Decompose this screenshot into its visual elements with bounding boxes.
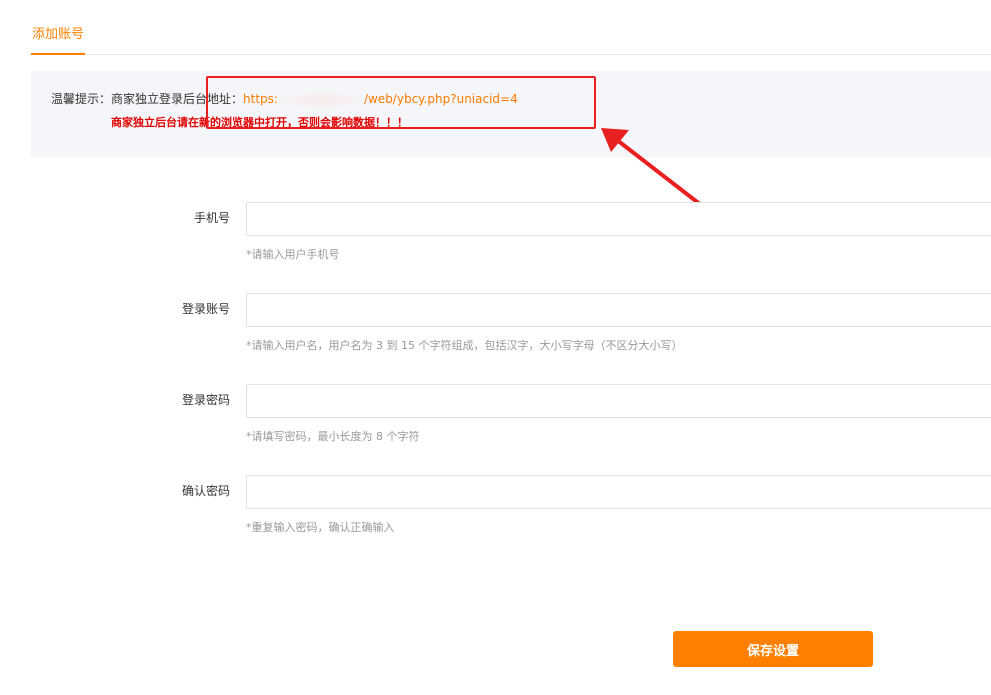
account-help: *请输入用户名，用户名为 3 到 15 个字符组成，包括汉字，大小写字母（不区分… <box>246 339 683 352</box>
password-label: 登录密码 <box>181 393 230 407</box>
phone-input[interactable] <box>246 202 991 236</box>
account-input[interactable] <box>246 293 991 327</box>
annotation-highlight-box <box>206 76 596 129</box>
tab-bar: 添加账号 <box>31 0 991 55</box>
confirm-password-help: *重复输入密码，确认正确输入 <box>246 521 395 534</box>
page: 添加账号 温馨提示：商家独立登录后台地址：https:/web/ybcy.php… <box>0 0 991 695</box>
phone-label: 手机号 <box>193 211 230 225</box>
confirm-password-label: 确认密码 <box>181 484 230 498</box>
save-button[interactable]: 保存设置 <box>673 631 873 667</box>
password-help: *请填写密码，最小长度为 8 个字符 <box>246 430 420 443</box>
phone-help: *请输入用户手机号 <box>246 248 340 261</box>
account-label: 登录账号 <box>181 302 230 316</box>
password-input[interactable] <box>246 384 991 418</box>
confirm-password-input[interactable] <box>246 475 991 509</box>
tab-add-account[interactable]: 添加账号 <box>31 26 86 55</box>
